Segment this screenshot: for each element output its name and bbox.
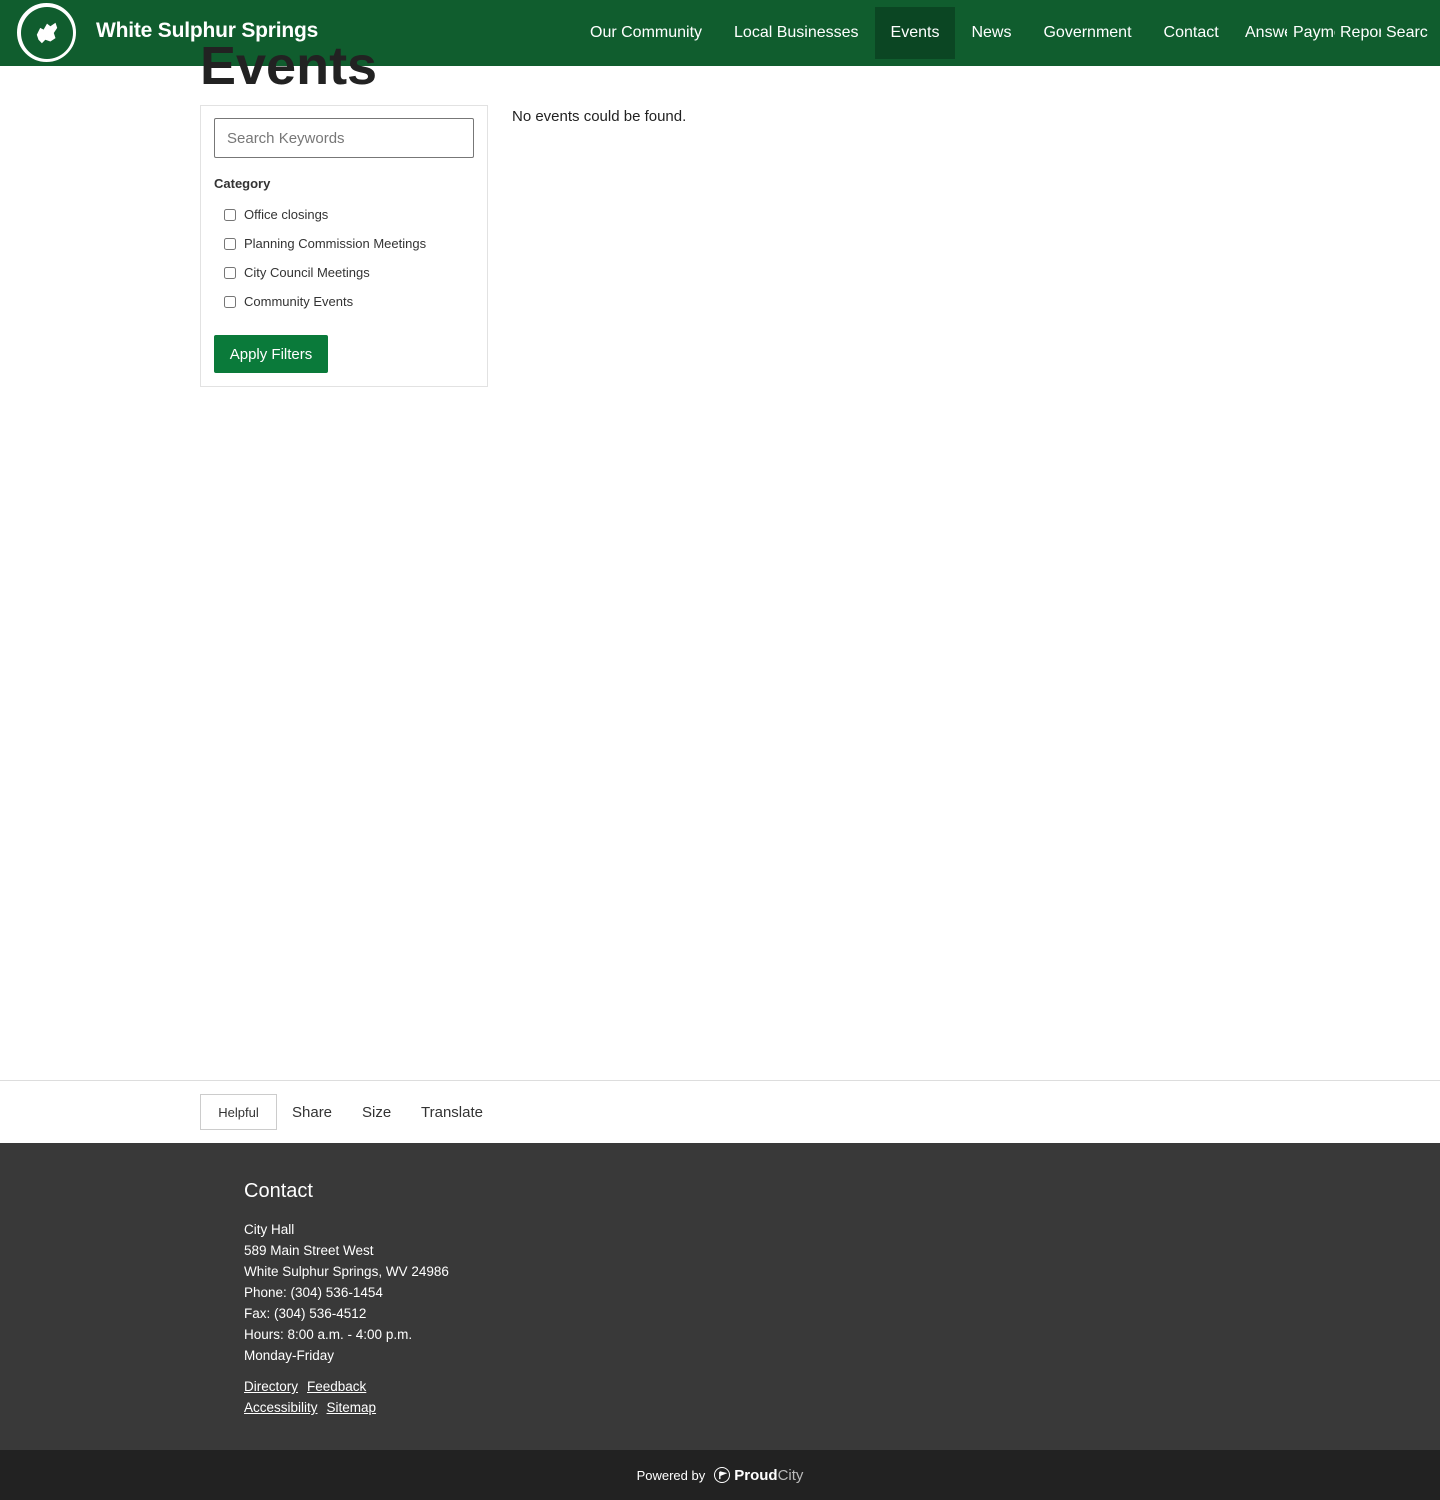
brand-proud: Proud bbox=[734, 1466, 778, 1484]
event-filter-panel: Category Office closings Planning Commis… bbox=[200, 105, 488, 387]
category-community-events[interactable]: Community Events bbox=[224, 294, 353, 309]
nav-search[interactable]: Search bbox=[1386, 7, 1428, 59]
footer-links: Directory Feedback Accessibility Sitemap bbox=[244, 1376, 385, 1418]
contact-line: City Hall bbox=[244, 1222, 295, 1237]
page-actions-bar: Helpful Share Size Translate bbox=[0, 1080, 1440, 1143]
share-button[interactable]: Share bbox=[292, 1094, 332, 1130]
size-button[interactable]: Size bbox=[362, 1094, 391, 1130]
community-events-checkbox[interactable] bbox=[224, 295, 236, 308]
nav-contact[interactable]: Contact bbox=[1148, 7, 1235, 59]
search-keywords-input[interactable] bbox=[214, 118, 474, 158]
contact-line: Monday-Friday bbox=[244, 1348, 335, 1363]
sitemap-link[interactable]: Sitemap bbox=[327, 1400, 377, 1415]
footer-contact-heading: Contact bbox=[244, 1180, 313, 1202]
nav-government[interactable]: Government bbox=[1027, 7, 1147, 59]
nav-answers[interactable]: Answers bbox=[1245, 7, 1287, 59]
category-city-council[interactable]: City Council Meetings bbox=[224, 265, 370, 280]
contact-line: Fax: (304) 536-4512 bbox=[244, 1306, 367, 1321]
nav-events[interactable]: Events bbox=[874, 7, 956, 59]
nav-report[interactable]: Report bbox=[1340, 7, 1381, 59]
helpful-button[interactable]: Helpful bbox=[200, 1094, 277, 1130]
proudcity-logo[interactable]: Proud City bbox=[714, 1467, 803, 1484]
brand-city: City bbox=[777, 1466, 804, 1484]
feedback-link[interactable]: Feedback bbox=[307, 1379, 366, 1394]
contact-line: Hours: 8:00 a.m. - 4:00 p.m. bbox=[244, 1327, 413, 1342]
no-events-message: No events could be found. bbox=[512, 108, 687, 125]
contact-line: Phone: (304) 536-1454 bbox=[244, 1285, 383, 1300]
office-closings-checkbox[interactable] bbox=[224, 208, 236, 221]
category-option-label: Office closings bbox=[244, 207, 329, 222]
category-label: Category bbox=[214, 176, 271, 191]
category-option-label: City Council Meetings bbox=[244, 265, 370, 280]
translate-button[interactable]: Translate bbox=[421, 1094, 483, 1130]
powered-by-bar: Powered by Proud City bbox=[0, 1450, 1440, 1500]
secondary-nav: Answers Payments Report Search bbox=[1245, 7, 1428, 59]
accessibility-link[interactable]: Accessibility bbox=[244, 1400, 318, 1415]
city-seal-logo[interactable] bbox=[15, 1, 78, 64]
apply-filters-button[interactable]: Apply Filters bbox=[214, 335, 328, 373]
category-option-label: Community Events bbox=[244, 294, 354, 309]
nav-local-businesses[interactable]: Local Businesses bbox=[718, 7, 875, 59]
contact-line: 589 Main Street West bbox=[244, 1243, 374, 1258]
flag-icon bbox=[714, 1467, 731, 1483]
category-office-closings[interactable]: Office closings bbox=[224, 207, 328, 222]
city-council-checkbox[interactable] bbox=[224, 266, 236, 279]
contact-info: City Hall 589 Main Street West White Sul… bbox=[244, 1219, 449, 1366]
nav-payments[interactable]: Payments bbox=[1293, 7, 1335, 59]
category-option-label: Planning Commission Meetings bbox=[244, 236, 427, 251]
category-planning-commission[interactable]: Planning Commission Meetings bbox=[224, 236, 426, 251]
powered-by-text: Powered by bbox=[636, 1467, 706, 1483]
nav-news[interactable]: News bbox=[955, 7, 1027, 59]
main-nav: Our Community Local Businesses Events Ne… bbox=[574, 7, 1235, 59]
directory-link[interactable]: Directory bbox=[244, 1379, 298, 1394]
page-title: Events bbox=[200, 36, 378, 96]
site-footer: Contact City Hall 589 Main Street West W… bbox=[0, 1143, 1440, 1450]
contact-line: White Sulphur Springs, WV 24986 bbox=[244, 1264, 449, 1279]
planning-commission-checkbox[interactable] bbox=[224, 237, 236, 250]
nav-our-community[interactable]: Our Community bbox=[574, 7, 718, 59]
state-outline-icon bbox=[20, 6, 73, 59]
